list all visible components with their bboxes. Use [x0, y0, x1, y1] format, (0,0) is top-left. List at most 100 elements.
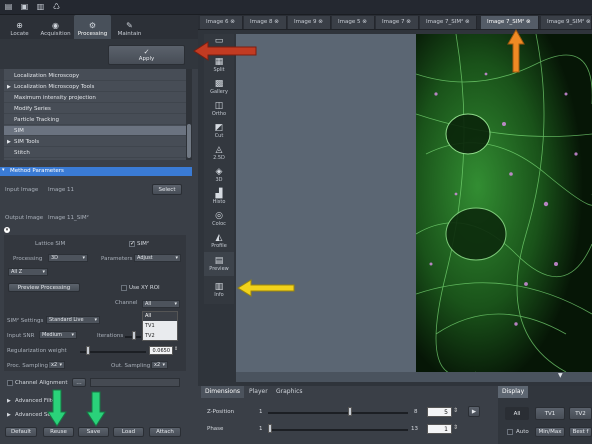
channel-alignment-options-button[interactable]: …	[72, 378, 86, 387]
tab-processing[interactable]: ⚙ Processing	[74, 15, 111, 39]
close-icon[interactable]: ⊗	[230, 19, 235, 25]
expand-arrow-icon[interactable]: ▶	[7, 82, 11, 92]
save-button[interactable]: Save	[78, 427, 109, 437]
play-button[interactable]: ▶	[468, 406, 480, 417]
down-arrow-icon[interactable]: ▼	[558, 372, 563, 379]
image-tab[interactable]: Image 5 ⊗	[332, 16, 375, 29]
spin-arrows-icon[interactable]: ⇕	[453, 407, 458, 414]
apply-button[interactable]: ✓ Apply	[108, 45, 185, 65]
image-tab[interactable]: Image 7_SIM² ⊗	[420, 16, 477, 29]
phase-slider-knob[interactable]	[268, 424, 272, 433]
channel-option[interactable]: All	[143, 312, 177, 321]
view-tool-cut[interactable]: ◩ Cut	[204, 120, 234, 142]
view-tool-profile[interactable]: ◭ Profile	[204, 230, 234, 252]
display-tv2-button[interactable]: TV2	[569, 407, 592, 420]
reuse-button[interactable]: Reuse	[43, 427, 74, 437]
phase-input[interactable]: 1	[427, 424, 452, 434]
view-tool-2-5d[interactable]: ◬ 2.5D	[204, 142, 234, 164]
tab-dimensions[interactable]: Dimensions	[201, 386, 245, 398]
display-tv1-button[interactable]: TV1	[535, 407, 565, 420]
tab-locate[interactable]: ⊕ Locate	[1, 15, 38, 39]
list-scrollbar[interactable]	[186, 69, 192, 160]
tab-maintain[interactable]: ✎ Maintain	[111, 15, 148, 39]
view-tool-coloc[interactable]: ◎ Coloc	[204, 208, 234, 230]
reg-weight-input[interactable]: 0.0650	[149, 346, 173, 355]
close-icon[interactable]: ⊗	[465, 19, 470, 25]
phase-slider[interactable]	[268, 429, 408, 431]
channel-option[interactable]: TV2	[143, 332, 177, 341]
list-item[interactable]: ▶ SIM Tools	[4, 137, 186, 147]
spin-arrows-icon[interactable]: ⇕	[174, 346, 178, 352]
save-as-icon[interactable]: ▥	[35, 2, 46, 12]
canvas-scrollbar[interactable]: ▼	[236, 372, 592, 382]
list-item[interactable]: Particle Tracking	[4, 115, 186, 125]
channel-alignment-checkbox[interactable]	[7, 380, 13, 386]
open-icon[interactable]: ▤	[3, 2, 14, 12]
list-item[interactable]: Modify Series	[4, 104, 186, 114]
view-tool-gallery[interactable]: ▩ Gallery	[204, 76, 234, 98]
list-item[interactable]: Localization Microscopy	[4, 71, 186, 81]
tab-display[interactable]: Display	[498, 386, 529, 398]
preview-processing-button[interactable]: Preview Processing	[8, 283, 80, 292]
reg-weight-slider-knob[interactable]	[86, 346, 90, 355]
view-tool-preview[interactable]: ▤ Preview	[204, 252, 234, 276]
input-snr-select[interactable]: Medium	[39, 331, 77, 339]
channel-alignment-field[interactable]	[90, 378, 180, 387]
tab-player[interactable]: Player	[245, 386, 272, 398]
proc-sampling-select[interactable]: x2	[48, 361, 65, 369]
collapse-circle-icon[interactable]: ▾	[4, 227, 10, 233]
load-button[interactable]: Load	[113, 427, 144, 437]
z-range-select[interactable]: All Z	[8, 268, 48, 276]
image-tab[interactable]: Image 8 ⊗	[244, 16, 287, 29]
scrollbar-thumb[interactable]	[187, 124, 191, 158]
parameters-select[interactable]: Adjust	[134, 254, 181, 262]
iterations-slider-knob[interactable]	[132, 331, 136, 340]
default-button[interactable]: Default	[5, 427, 37, 437]
method-parameters-header[interactable]: ▾ Method Parameters	[0, 167, 192, 176]
expand-arrow-icon[interactable]: ▶	[7, 137, 11, 147]
sim2-checkbox[interactable]	[129, 240, 135, 247]
close-icon[interactable]: ⊗	[318, 19, 323, 25]
sim2-settings-select[interactable]: Standard Live	[46, 316, 100, 324]
view-tool-histo[interactable]: ▟ Histo	[204, 186, 234, 208]
close-icon[interactable]: ⊗	[406, 19, 411, 25]
tab-graphics[interactable]: Graphics	[272, 386, 307, 398]
list-item-selected[interactable]: SIM	[4, 126, 186, 136]
microscopy-image[interactable]	[416, 34, 592, 372]
close-icon[interactable]: ⊗	[362, 19, 367, 25]
list-item[interactable]: Stitch	[4, 148, 186, 158]
image-tab[interactable]: Image 7 ⊗	[376, 16, 419, 29]
image-tab[interactable]: Image 6 ⊗	[200, 16, 243, 29]
save-icon[interactable]: ▣	[19, 2, 30, 12]
image-tab[interactable]: Image 9_SIM² ⊗	[541, 16, 592, 29]
view-tool-info[interactable]: ▥ Info	[204, 278, 234, 302]
auto-checkbox[interactable]	[507, 429, 513, 435]
channel-select[interactable]: All	[142, 300, 180, 308]
expand-arrow-icon[interactable]: ▶	[7, 398, 11, 404]
image-tab[interactable]: Image 9 ⊗	[288, 16, 331, 29]
z-position-slider[interactable]	[268, 412, 408, 414]
processing-select[interactable]: 3D	[48, 254, 88, 262]
list-item[interactable]: Maximum intensity projection	[4, 93, 186, 103]
z-position-slider-knob[interactable]	[347, 407, 352, 416]
list-item[interactable]: ▶ Localization Microscopy Tools	[4, 82, 186, 92]
close-icon[interactable]: ⊗	[586, 19, 591, 25]
select-button[interactable]: Select	[152, 184, 182, 195]
channel-option[interactable]: TV1	[143, 322, 177, 331]
use-xy-roi-checkbox[interactable]	[121, 285, 127, 291]
recycle-icon[interactable]: ♺	[51, 2, 62, 12]
close-icon[interactable]: ⊗	[526, 19, 531, 25]
view-tool-3d[interactable]: ◈ 3D	[204, 164, 234, 186]
display-all-button[interactable]: All	[505, 407, 529, 420]
expand-arrow-icon[interactable]: ▶	[7, 412, 11, 418]
channel-dropdown-list: All TV1 TV2	[142, 311, 178, 341]
close-icon[interactable]: ⊗	[274, 19, 279, 25]
z-position-input[interactable]: 5	[427, 407, 452, 417]
spin-arrows-icon[interactable]: ⇕	[453, 424, 458, 431]
min-max-button[interactable]: Min/Max	[535, 427, 565, 437]
tab-acquisition[interactable]: ◉ Acquisition	[37, 15, 74, 39]
attach-button[interactable]: Attach	[149, 427, 181, 437]
out-sampling-select[interactable]: x2	[151, 361, 168, 369]
view-tool-ortho[interactable]: ◫ Ortho	[204, 98, 234, 120]
best-fit-button[interactable]: Best f	[569, 427, 592, 437]
